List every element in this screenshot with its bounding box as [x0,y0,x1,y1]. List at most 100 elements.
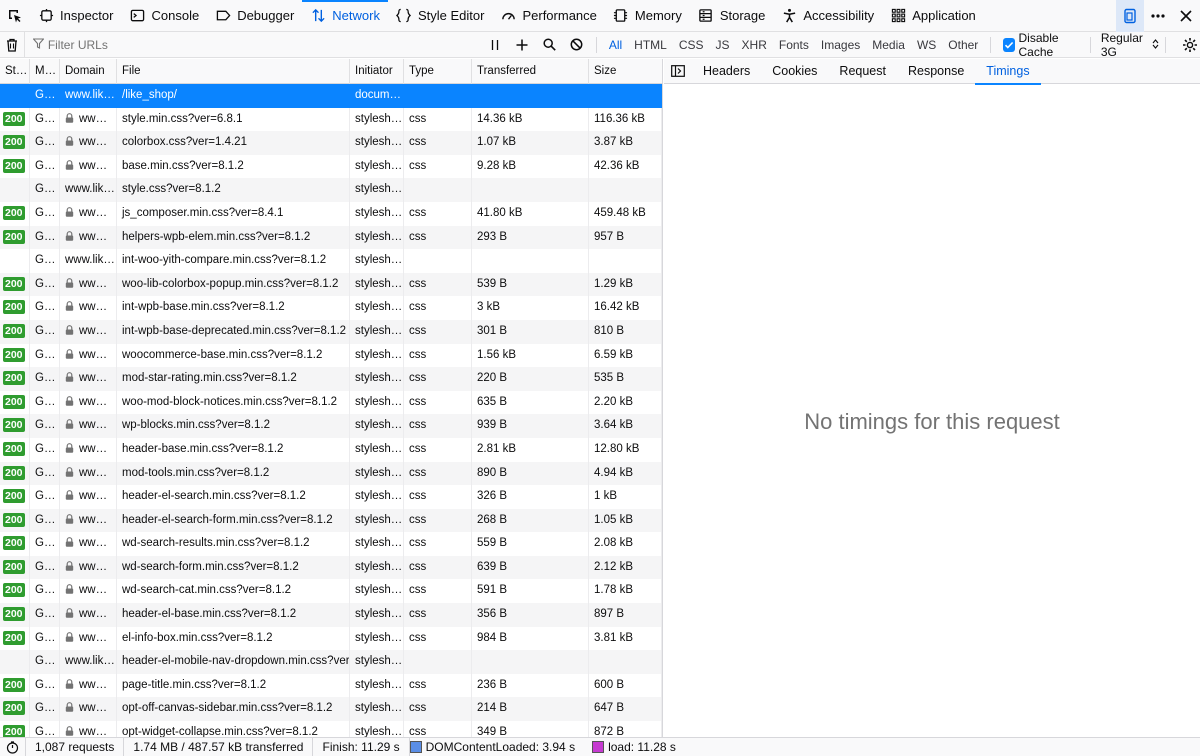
tab-storage[interactable]: Storage [690,0,774,31]
cell-transferred: 559 B [472,532,589,556]
table-row[interactable]: 200 G… ww… woocommerce-base.min.css?ver=8.1… [0,343,662,368]
filter-type-fonts[interactable]: Fonts [773,32,815,58]
table-row[interactable]: 200 G… ww… header-el-base.min.css?ver=8.1.2… [0,603,662,627]
cell-status: 200 [0,343,30,368]
table-row[interactable]: 200 G… ww… js_composer.min.css?ver=8.4.1 sty… [0,201,662,226]
table-row[interactable]: 200 G… ww… colorbox.css?ver=1.4.21 stylesh… c… [0,131,662,155]
checkbox-checked-icon[interactable] [1003,37,1015,52]
tab-debugger[interactable]: Debugger [207,0,302,31]
filter-type-other[interactable]: Other [942,32,984,58]
cell-file: wd-search-form.min.css?ver=8.1.2 [117,555,350,580]
toggle-sidebar-icon[interactable] [664,65,692,77]
table-row[interactable]: 200 G… ww… woo-mod-block-notices.min.css?ve… [0,390,662,415]
table-row[interactable]: G… www.lik… style.css?ver=8.1.2 stylesh… [0,178,662,202]
pause-recording-icon[interactable] [482,32,509,58]
cell-size: 4.94 kB [589,461,662,486]
cell-size: 3.87 kB [589,131,662,155]
search-icon[interactable] [536,32,563,58]
table-row[interactable]: 200 G… ww… int-wpb-base.min.css?ver=8.1.2 st… [0,296,662,320]
column-domain[interactable]: Domain [60,59,117,84]
filter-type-xhr[interactable]: XHR [736,32,773,58]
lock-icon [65,207,79,219]
table-row[interactable]: 200 G… ww… el-info-box.min.css?ver=8.1.2 sty… [0,626,662,651]
status-badge: 200 [3,418,25,433]
tab-performance[interactable]: Performance [492,0,604,31]
table-header: St… M… Domain File Initiator Type Transf… [0,59,662,84]
cell-status: 200 [0,296,30,320]
filter-type-css[interactable]: CSS [673,32,710,58]
table-row[interactable]: 200 G… ww… style.min.css?ver=6.8.1 stylesh… c… [0,107,662,132]
lock-icon [65,513,79,526]
column-status[interactable]: St… [0,59,30,84]
cell-method: G… [30,343,60,368]
filter-type-media[interactable]: Media [866,32,911,58]
block-requests-icon[interactable] [563,32,590,58]
table-row[interactable]: G… www.lik… header-el-mobile-nav-dropdown.… [0,650,662,674]
cell-method: G… [30,603,60,627]
table-row[interactable]: 200 G… ww… mod-star-rating.min.css?ver=8.1.… [0,367,662,391]
network-throttling-select[interactable]: Regular 3G [1101,31,1160,59]
responsive-design-mode-icon[interactable] [1116,0,1144,32]
cell-transferred: 268 B [472,508,589,533]
table-row[interactable]: 200 G… ww… wd-search-results.min.css?ver=8.… [0,532,662,556]
table-row[interactable]: 200 G… ww… helpers-wpb-elem.min.css?ver=8.1… [0,225,662,250]
cell-transferred [472,178,589,202]
filter-type-ws[interactable]: WS [911,32,942,58]
network-settings-gear-icon[interactable] [1180,37,1200,53]
table-row[interactable]: 200 G… ww… wp-blocks.min.css?ver=8.1.2 style… [0,414,662,438]
table-row[interactable]: 200 G… ww… header-base.min.css?ver=8.1.2 sty… [0,437,662,462]
column-initiator[interactable]: Initiator [350,59,404,84]
cell-size: 535 B [589,367,662,391]
table-row[interactable]: 200 G… ww… wd-search-cat.min.css?ver=8.1.2 s… [0,579,662,604]
column-file[interactable]: File [117,59,350,84]
tab-console[interactable]: Console [121,0,207,31]
domain-text: ww… [79,301,108,314]
tab-headers[interactable]: Headers [692,59,761,84]
column-type[interactable]: Type [404,59,472,84]
filter-type-images[interactable]: Images [815,32,866,58]
add-request-icon[interactable] [509,32,536,58]
tab-response[interactable]: Response [897,59,975,84]
element-picker-icon[interactable] [0,0,30,31]
table-row[interactable]: 200 G… ww… wd-search-form.min.css?ver=8.1.2… [0,555,662,580]
table-row[interactable]: 200 G… ww… woo-lib-colorbox-popup.min.css?v… [0,272,662,297]
table-row[interactable]: 200 G… ww… header-el-search.min.css?ver=8.1… [0,485,662,509]
cell-status [0,650,30,674]
tab-accessibility[interactable]: Accessibility [773,0,882,31]
column-transferred[interactable]: Transferred [472,59,589,84]
column-method[interactable]: M… [30,59,60,84]
tab-timings[interactable]: Timings [975,59,1041,85]
filter-urls-field[interactable] [25,32,448,58]
tab-memory[interactable]: Memory [605,0,690,31]
filter-type-html[interactable]: HTML [628,32,673,58]
table-row[interactable]: 200 G… ww… header-el-search-form.min.css?ve… [0,508,662,533]
close-icon[interactable] [1172,0,1200,32]
filter-urls-input[interactable] [47,37,448,52]
column-size[interactable]: Size [589,59,662,84]
filter-type-js[interactable]: JS [710,32,736,58]
cell-type: css [404,555,472,580]
table-row[interactable]: 200 G… ww… int-wpb-base-deprecated.min.css?… [0,319,662,344]
disable-cache-toggle[interactable]: Disable Cache [1003,31,1082,59]
performance-analysis-icon[interactable] [0,737,26,756]
clear-requests-icon[interactable] [0,31,25,58]
tab-request[interactable]: Request [828,59,897,84]
table-row[interactable]: 200 G… ww… base.min.css?ver=8.1.2 stylesh… cs… [0,154,662,179]
debugger-icon [215,8,231,24]
table-row[interactable]: 200 G… ww… mod-tools.min.css?ver=8.1.2 style… [0,461,662,486]
tab-application[interactable]: Application [882,0,984,31]
lock-icon [65,230,79,243]
cell-size: 1 kB [589,485,662,509]
tab-cookies[interactable]: Cookies [761,59,828,84]
table-row[interactable]: 200 G… ww… opt-widget-collapse.min.css?ver=… [0,721,662,737]
filter-type-all[interactable]: All [603,32,628,58]
more-options-icon[interactable] [1144,0,1172,32]
table-row[interactable]: 200 G… ww… opt-off-canvas-sidebar.min.css?v… [0,697,662,722]
table-row[interactable]: G… www.lik… int-woo-yith-compare.min.css?v… [0,249,662,273]
tab-network[interactable]: Network [302,0,388,31]
table-row[interactable]: 200 G… ww… page-title.min.css?ver=8.1.2 styl… [0,673,662,698]
tab-inspector[interactable]: Inspector [30,0,121,31]
table-row[interactable]: G… www.lik…/like_shop/docum… [0,84,662,108]
tab-style-editor[interactable]: Style Editor [388,0,492,31]
tab-label: Accessibility [803,8,875,23]
